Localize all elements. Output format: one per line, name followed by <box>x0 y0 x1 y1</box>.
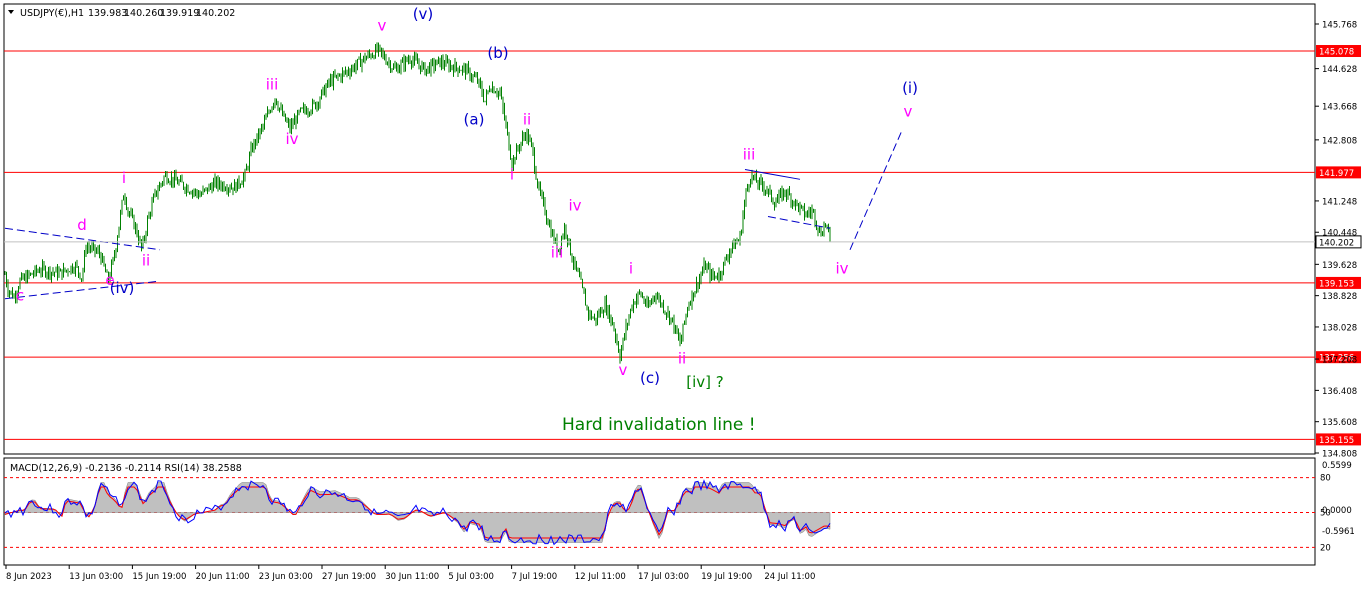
ohlc-high: 140.260 <box>124 8 163 19</box>
y-tick-label: 136.408 <box>1322 387 1357 397</box>
y-tick-label: 134.808 <box>1322 450 1357 460</box>
wave-label: iv <box>835 259 848 277</box>
x-tick-label: 13 Jun 03:00 <box>69 572 123 582</box>
wave-label: ii <box>678 349 686 367</box>
wave-label: iv <box>285 130 298 148</box>
wave-label: (b) <box>487 44 508 62</box>
x-tick-label: 5 Jul 03:00 <box>448 572 494 582</box>
macd-tick-label: 0.5599 <box>1322 461 1352 471</box>
rsi-tick-label: 80 <box>1320 474 1331 484</box>
x-tick-label: 27 Jun 19:00 <box>322 572 376 582</box>
indicator-title: MACD(12,26,9) -0.2136 -0.2114 RSI(14) 38… <box>10 463 242 474</box>
wave-label: d <box>77 216 87 234</box>
wave-label: i <box>122 169 126 187</box>
x-tick-label: 15 Jun 19:00 <box>132 572 186 582</box>
y-tick-label: 145.768 <box>1322 21 1357 31</box>
ohlc-low: 139.919 <box>160 8 199 19</box>
wave-label: iii <box>551 244 564 262</box>
current-price-label: 140.202 <box>1319 238 1354 248</box>
wave-label: ii <box>142 251 150 269</box>
x-tick-label: 23 Jun 03:00 <box>259 572 313 582</box>
macd-tick-label: -0.5961 <box>1322 527 1355 537</box>
rsi-tick-label: 50 <box>1320 509 1331 519</box>
wave-label: (c) <box>640 369 660 387</box>
x-tick-label: 30 Jun 11:00 <box>385 572 439 582</box>
y-tick-label: 137.208 <box>1322 356 1357 366</box>
indicator-plot-area[interactable] <box>3 457 1316 566</box>
y-tick-label: 138.828 <box>1322 292 1357 302</box>
chart-svg[interactable]: 145.078141.977139.153137.256135.155 cde(… <box>0 0 1366 588</box>
x-tick-label: 24 Jul 11:00 <box>764 572 815 582</box>
x-tick-label: 17 Jul 03:00 <box>638 572 689 582</box>
wave-label: c <box>16 287 24 305</box>
wave-label: i <box>629 259 633 277</box>
horizontal-line-label-4: 135.155 <box>1319 436 1354 446</box>
y-tick-label: 139.628 <box>1322 261 1357 271</box>
y-tick-label: 141.248 <box>1322 197 1357 207</box>
ohlc-open: 139.983 <box>88 8 127 19</box>
wave-label: v <box>378 17 387 35</box>
x-tick-label: 20 Jun 11:00 <box>196 572 250 582</box>
wave-label: iii <box>743 146 756 164</box>
x-tick-label: 12 Jul 11:00 <box>575 572 626 582</box>
y-tick-label: 143.668 <box>1322 103 1357 113</box>
wave-label: v <box>904 103 913 121</box>
wave-label: (i) <box>902 79 918 97</box>
wave-label: v <box>619 361 628 379</box>
x-tick-label: 8 Jun 2023 <box>6 572 52 582</box>
horizontal-line-label-1: 141.977 <box>1319 169 1354 179</box>
wave-label: ii <box>523 111 531 129</box>
x-tick-label: 7 Jul 19:00 <box>512 572 558 582</box>
wave-label: iii <box>266 75 279 93</box>
chart-window: 145.078 141.977 139.153 137.256 135.155 c d e(… <box>0 0 1366 588</box>
y-tick-label: 138.028 <box>1322 323 1357 333</box>
wave-label: (iv) <box>110 279 135 297</box>
y-tick-label: 142.808 <box>1322 136 1357 146</box>
y-tick-label: 135.608 <box>1322 418 1357 428</box>
wave-label: i <box>510 165 514 183</box>
chart-title: USDJPY(€),H1 <box>20 8 84 19</box>
wave-label: (v) <box>413 5 434 23</box>
rsi-tick-label: 20 <box>1320 543 1331 553</box>
wave-label: (a) <box>464 111 485 129</box>
x-tick-label: 19 Jul 19:00 <box>701 572 752 582</box>
wave-label: [iv] ? <box>686 373 723 391</box>
wave-label: iv <box>568 197 581 215</box>
y-tick-label: 144.628 <box>1322 65 1357 75</box>
horizontal-line-label-2: 139.153 <box>1319 279 1354 289</box>
horizontal-line-label-0: 145.078 <box>1319 48 1354 58</box>
ohlc-close: 140.202 <box>196 8 235 19</box>
invalidation-annotation: Hard invalidation line ! <box>562 415 756 435</box>
